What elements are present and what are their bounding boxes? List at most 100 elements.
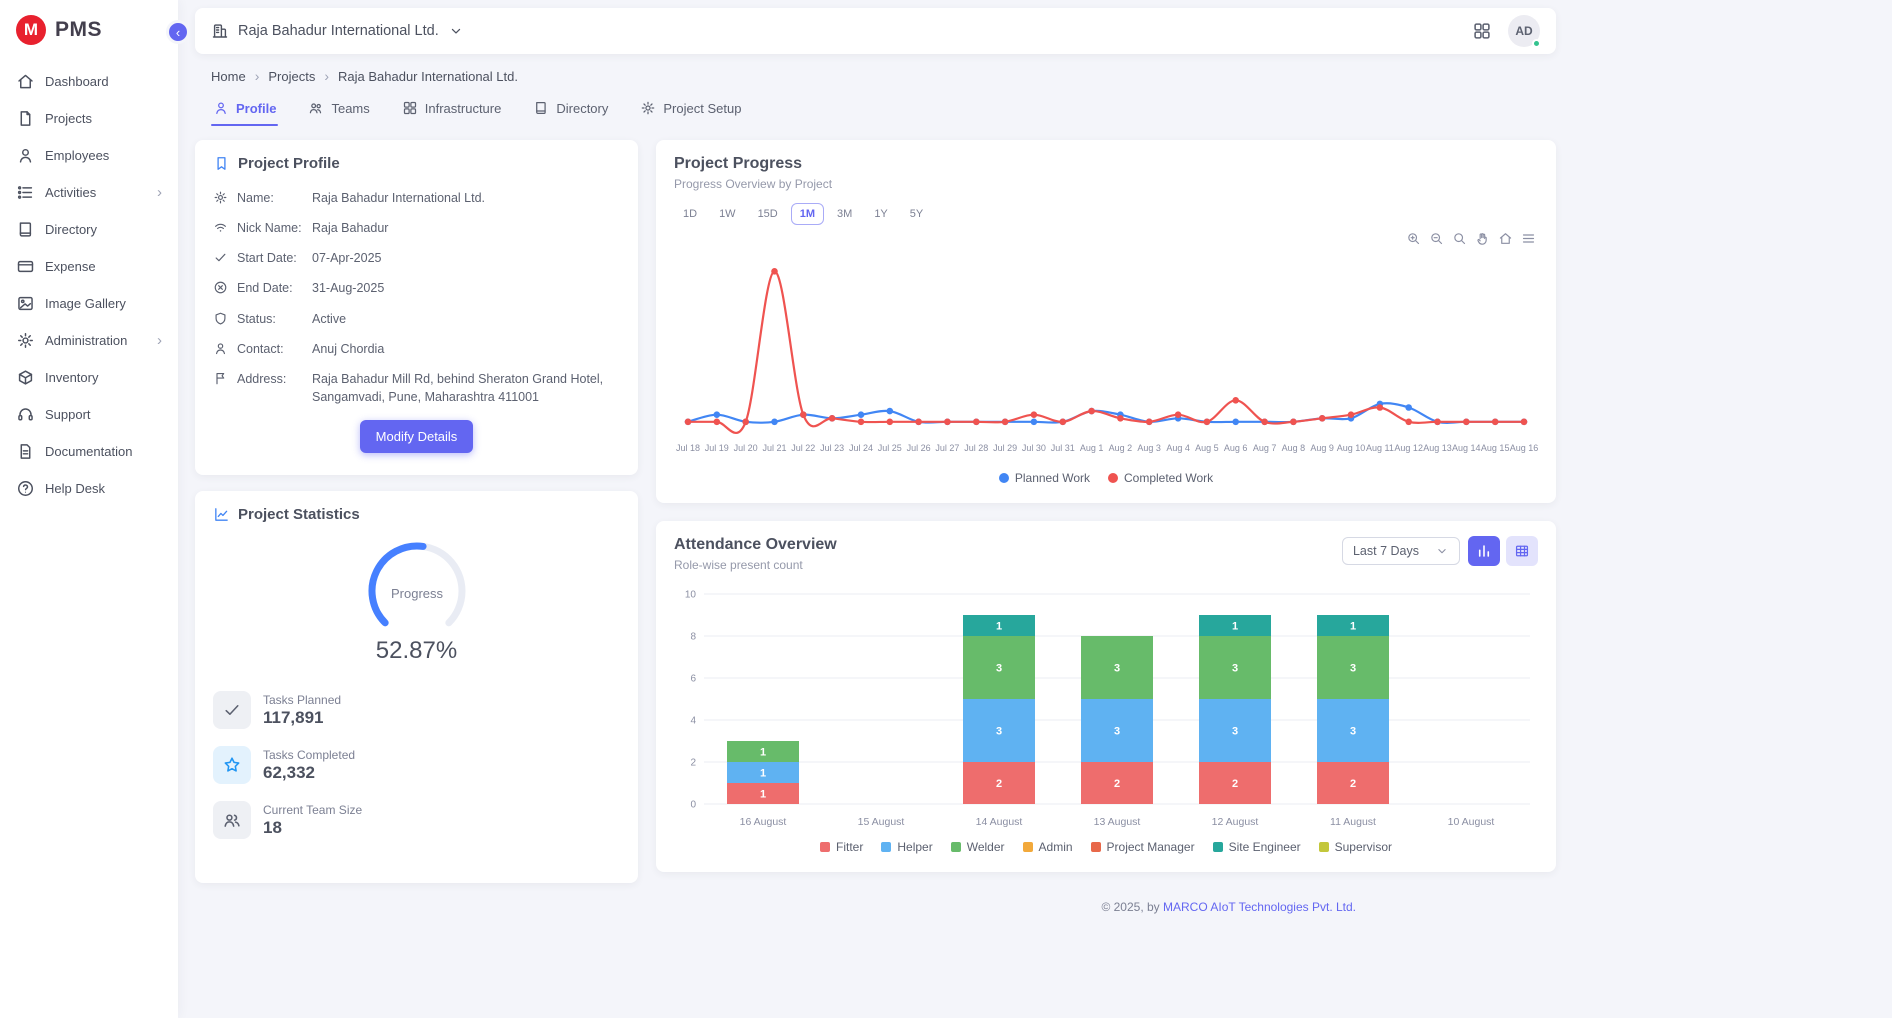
svg-text:Aug 9: Aug 9: [1310, 443, 1334, 453]
legend-item-planned-work[interactable]: Planned Work: [999, 471, 1090, 485]
svg-text:3: 3: [996, 725, 1002, 737]
sidebar-item-employees[interactable]: Employees: [0, 137, 178, 174]
chart-line-icon: [213, 506, 230, 523]
zoom-in-icon-button[interactable]: [1406, 231, 1421, 251]
home-icon-button[interactable]: [1498, 231, 1513, 251]
project-statistics-card: Project Statistics Progress 52.87% Tasks…: [195, 491, 638, 883]
sidebar-item-directory[interactable]: Directory: [0, 211, 178, 248]
svg-text:1: 1: [760, 767, 766, 779]
sidebar-item-administration[interactable]: Administration›: [0, 322, 178, 359]
stat-label: Tasks Completed: [263, 748, 355, 762]
check-icon-box: [213, 691, 251, 729]
brand[interactable]: M PMS: [0, 0, 178, 57]
modify-details-button[interactable]: Modify Details: [360, 420, 474, 453]
main-area: Raja Bahadur International Ltd. AD Home ›…: [195, 0, 1556, 1018]
range-button-15d[interactable]: 15D: [749, 203, 787, 225]
project-statistics-title: Project Statistics: [238, 506, 360, 523]
view-toggles: [1468, 536, 1538, 566]
tab-profile[interactable]: Profile: [211, 92, 278, 126]
sidebar-item-label: Documentation: [45, 444, 132, 459]
sidebar-item-image-gallery[interactable]: Image Gallery: [0, 285, 178, 322]
range-button-1d[interactable]: 1D: [674, 203, 706, 225]
company-link[interactable]: MARCO AIoT Technologies Pvt. Ltd.: [1163, 900, 1356, 914]
legend-item-welder[interactable]: Welder: [951, 840, 1005, 854]
sidebar-item-support[interactable]: Support: [0, 396, 178, 433]
breadcrumb-item-projects[interactable]: Projects: [268, 69, 315, 84]
sidebar-item-inventory[interactable]: Inventory: [0, 359, 178, 396]
sidebar-collapse-button[interactable]: ‹: [166, 20, 190, 44]
svg-text:Jul 22: Jul 22: [791, 443, 815, 453]
sidebar: M PMS ‹ DashboardProjectsEmployeesActivi…: [0, 0, 178, 1018]
tab-label: Project Setup: [663, 101, 741, 116]
range-button-1y[interactable]: 1Y: [865, 203, 896, 225]
zoom-out-icon-button[interactable]: [1429, 231, 1444, 251]
grid-icon: [1472, 21, 1492, 41]
attendance-card: Attendance Overview Role-wise present co…: [656, 521, 1556, 872]
copyright-text: © 2025, by: [1101, 900, 1159, 914]
svg-text:3: 3: [1232, 725, 1238, 737]
topbar: Raja Bahadur International Ltd. AD: [195, 8, 1556, 54]
sidebar-item-projects[interactable]: Projects: [0, 100, 178, 137]
legend-item-fitter[interactable]: Fitter: [820, 840, 863, 854]
sidebar-item-help-desk[interactable]: Help Desk: [0, 470, 178, 507]
attendance-title: Attendance Overview: [674, 536, 837, 554]
bar-view-button[interactable]: [1468, 536, 1500, 566]
date-range-select[interactable]: Last 7 Days: [1342, 537, 1460, 565]
check-icon: [222, 700, 242, 720]
progress-gauge-wrap: Progress: [213, 535, 620, 635]
range-button-1m[interactable]: 1M: [791, 203, 824, 225]
sidebar-item-activities[interactable]: Activities›: [0, 174, 178, 211]
company-name: Raja Bahadur International Ltd.: [238, 23, 439, 39]
tab-project-setup[interactable]: Project Setup: [638, 92, 743, 126]
project-profile-title: Project Profile: [238, 155, 340, 172]
table-view-button[interactable]: [1506, 536, 1538, 566]
sidebar-item-documentation[interactable]: Documentation: [0, 433, 178, 470]
legend-marker: [999, 473, 1009, 483]
legend-item-helper[interactable]: Helper: [881, 840, 932, 854]
svg-text:3: 3: [1350, 662, 1356, 674]
support-icon: [16, 405, 35, 424]
range-button-3m[interactable]: 3M: [828, 203, 861, 225]
user-avatar[interactable]: AD: [1508, 15, 1540, 47]
legend-item-supervisor[interactable]: Supervisor: [1319, 840, 1392, 854]
sidebar-item-dashboard[interactable]: Dashboard: [0, 63, 178, 100]
tab-infrastructure[interactable]: Infrastructure: [400, 92, 504, 126]
bar-view-icon: [1476, 543, 1492, 559]
attendance-bar-chart[interactable]: 024681011116 August15 August233114 Augus…: [674, 580, 1538, 834]
breadcrumb-separator: ›: [255, 68, 260, 84]
svg-text:Jul 20: Jul 20: [734, 443, 758, 453]
range-button-5y[interactable]: 5Y: [901, 203, 932, 225]
field-value: Raja Bahadur International Ltd.: [312, 189, 620, 207]
menu-icon-button[interactable]: [1521, 231, 1536, 251]
inventory-icon: [16, 368, 35, 387]
breadcrumb-item-home[interactable]: Home: [211, 69, 246, 84]
legend-marker: [820, 842, 830, 852]
legend-item-admin[interactable]: Admin: [1023, 840, 1073, 854]
legend-item-site-engineer[interactable]: Site Engineer: [1213, 840, 1301, 854]
svg-text:3: 3: [1114, 725, 1120, 737]
svg-text:2: 2: [1350, 778, 1356, 790]
pan-icon-button[interactable]: [1475, 231, 1490, 251]
legend-item-project-manager[interactable]: Project Manager: [1091, 840, 1195, 854]
tab-teams[interactable]: Teams: [306, 92, 371, 126]
right-column: Project Progress Progress Overview by Pr…: [656, 140, 1556, 928]
svg-text:14 August: 14 August: [976, 816, 1023, 828]
sidebar-item-expense[interactable]: Expense: [0, 248, 178, 285]
selection-zoom-icon-button[interactable]: [1452, 231, 1467, 251]
chart-toolbar: [1406, 231, 1536, 251]
sidebar-item-label: Help Desk: [45, 481, 105, 496]
tab-directory[interactable]: Directory: [531, 92, 610, 126]
company-selector[interactable]: Raja Bahadur International Ltd.: [211, 22, 464, 40]
progress-line-chart[interactable]: Jul 18Jul 19Jul 20Jul 21Jul 22Jul 23Jul …: [674, 229, 1538, 465]
range-button-1w[interactable]: 1W: [710, 203, 745, 225]
svg-text:1: 1: [760, 788, 766, 800]
legend-item-completed-work[interactable]: Completed Work: [1108, 471, 1213, 485]
svg-text:Aug 6: Aug 6: [1224, 443, 1248, 453]
legend-label: Helper: [897, 840, 932, 854]
svg-text:Aug 3: Aug 3: [1137, 443, 1161, 453]
project-profile-title-row: Project Profile: [213, 155, 620, 172]
apps-grid-button[interactable]: [1472, 21, 1492, 41]
profile-fields: Name:Raja Bahadur International Ltd.Nick…: [213, 189, 620, 406]
infrastructure-icon: [402, 100, 418, 116]
svg-text:16 August: 16 August: [740, 816, 787, 828]
